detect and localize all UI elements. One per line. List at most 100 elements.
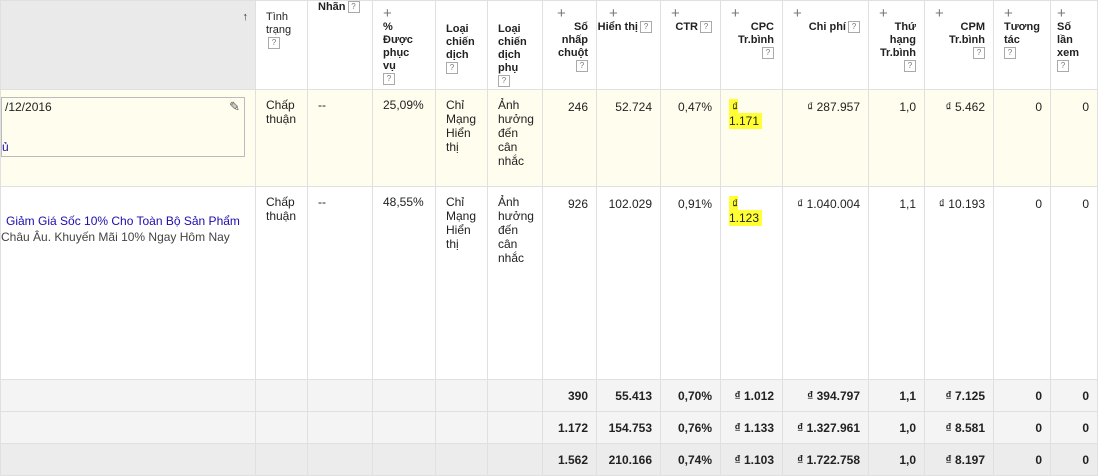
- avg-cpc-cell: ₫ 1.123: [720, 186, 783, 380]
- avg-pos-total: 1,1: [868, 379, 925, 412]
- ctr-total: 0,76%: [660, 411, 721, 444]
- labels-cell: --: [307, 186, 373, 380]
- help-icon[interactable]: ?: [904, 60, 916, 73]
- impressions-total: 210.166: [596, 443, 661, 476]
- ad-title-link[interactable]: Giảm Giá Sốc 10% Cho Toàn Bộ Sản Phẩm: [2, 213, 255, 229]
- total-row: 1.562 210.166 0,74% ₫ 1.103 ₫ 1.722.758 …: [0, 443, 1098, 476]
- campaign-type-cell: Chỉ Mạng Hiển thị: [435, 186, 488, 380]
- table-row[interactable]: Giảm Giá Sốc 10% Cho Toàn Bộ Sản Phẩm Ch…: [0, 186, 1098, 380]
- avg-pos-cell: 1,1: [868, 186, 925, 380]
- avg-cpc-total: ₫ 1.133: [720, 411, 783, 444]
- add-column-icon[interactable]: +: [598, 6, 653, 21]
- help-icon[interactable]: ?: [446, 62, 458, 75]
- add-column-icon[interactable]: +: [784, 6, 861, 21]
- help-icon[interactable]: ?: [848, 21, 860, 34]
- help-icon[interactable]: ?: [268, 37, 280, 50]
- labels-cell: --: [307, 89, 373, 187]
- campaign-type-cell: Chỉ Mạng Hiển thị: [435, 89, 488, 187]
- views-cell: 0: [1050, 186, 1098, 380]
- help-icon[interactable]: ?: [1004, 47, 1016, 60]
- column-header-avg-cpc[interactable]: + CPC Tr.bình ?: [720, 0, 783, 90]
- impressions-total: 55.413: [596, 379, 661, 412]
- clicks-cell: 926: [542, 186, 597, 380]
- help-icon[interactable]: ?: [640, 21, 652, 34]
- views-total: 0: [1050, 379, 1098, 412]
- column-header-impressions[interactable]: + Hiển thị?: [596, 0, 661, 90]
- help-icon[interactable]: ?: [347, 1, 360, 14]
- add-column-icon[interactable]: +: [383, 6, 435, 21]
- column-header-served[interactable]: + % Được phục vụ ?: [372, 0, 436, 90]
- column-header-campaign-type[interactable]: Loại chiến dịch ?: [435, 0, 488, 90]
- help-icon[interactable]: ?: [1057, 60, 1069, 73]
- add-column-icon[interactable]: +: [1057, 6, 1097, 21]
- column-header-campaign-subtype[interactable]: Loại chiến dịch phụ ?: [487, 0, 543, 90]
- avg-cpm-cell: ₫ 10.193: [924, 186, 994, 380]
- avg-cpm-cell: ₫ 5.462: [924, 89, 994, 187]
- column-header-status[interactable]: Tình trạng ?: [255, 0, 308, 90]
- cost-cell: ₫ 1.040.004: [782, 186, 869, 380]
- campaign-subtype-cell: Ảnh hưởng đến cân nhắc: [487, 186, 543, 380]
- help-icon[interactable]: ?: [383, 73, 395, 86]
- cost-total: ₫ 394.797: [782, 379, 869, 412]
- avg-cpc-cell: ₫ 1.171: [720, 89, 783, 187]
- help-icon[interactable]: ?: [576, 60, 588, 73]
- avg-pos-total: 1,0: [868, 443, 925, 476]
- total-row: 1.172 154.753 0,76% ₫ 1.133 ₫ 1.327.961 …: [0, 411, 1098, 444]
- clicks-total: 1.172: [542, 411, 597, 444]
- impressions-cell: 52.724: [596, 89, 661, 187]
- sort-arrow-icon[interactable]: ↑: [243, 11, 249, 23]
- cost-total: ₫ 1.327.961: [782, 411, 869, 444]
- avg-pos-total: 1,0: [868, 411, 925, 444]
- highlighted-value: ₫ 1.123: [729, 196, 763, 226]
- ad-status-fragment[interactable]: ủ: [2, 140, 9, 154]
- help-icon[interactable]: ?: [973, 47, 985, 60]
- column-header-ctr[interactable]: + CTR?: [660, 0, 721, 90]
- help-icon[interactable]: ?: [700, 21, 712, 34]
- avg-cpm-total: ₫ 7.125: [924, 379, 994, 412]
- status-cell: Chấp thuận: [255, 186, 308, 380]
- column-header-avg-cpm[interactable]: + CPM Tr.bình ?: [924, 0, 994, 90]
- column-header-views[interactable]: + Số lần xem ?: [1050, 0, 1098, 90]
- status-cell: Chấp thuận: [255, 89, 308, 187]
- ad-date: /12/2016: [5, 100, 52, 114]
- column-header-interactions[interactable]: + Tương tác ?: [993, 0, 1051, 90]
- add-column-icon[interactable]: +: [1004, 6, 1050, 21]
- ad-edit-box[interactable]: /12/2016 ✎ ủ: [1, 97, 245, 157]
- header-row: ↑ Tình trạng ? Nhãn? + % Được phục vụ ? …: [0, 0, 1098, 90]
- column-header-ad[interactable]: ↑: [0, 0, 256, 90]
- views-cell: 0: [1050, 89, 1098, 187]
- ctr-total: 0,70%: [660, 379, 721, 412]
- add-column-icon[interactable]: +: [722, 6, 775, 21]
- cost-total: ₫ 1.722.758: [782, 443, 869, 476]
- add-column-icon[interactable]: +: [870, 6, 917, 21]
- ctr-cell: 0,47%: [660, 89, 721, 187]
- interactions-total: 0: [993, 411, 1051, 444]
- ad-cell[interactable]: Giảm Giá Sốc 10% Cho Toàn Bộ Sản Phẩm Ch…: [0, 186, 256, 380]
- served-cell: 25,09%: [372, 89, 436, 187]
- add-column-icon[interactable]: +: [544, 6, 589, 21]
- campaign-subtype-cell: Ảnh hưởng đến cân nhắc: [487, 89, 543, 187]
- column-header-clicks[interactable]: + Số nhấp chuột ?: [542, 0, 597, 90]
- avg-cpm-total: ₫ 8.581: [924, 411, 994, 444]
- pencil-icon[interactable]: ✎: [229, 99, 240, 115]
- column-header-cost[interactable]: + Chi phí?: [782, 0, 869, 90]
- column-header-avg-pos[interactable]: + Thứ hạng Tr.bình ?: [868, 0, 925, 90]
- avg-cpc-total: ₫ 1.012: [720, 379, 783, 412]
- total-row: 390 55.413 0,70% ₫ 1.012 ₫ 394.797 1,1 ₫…: [0, 379, 1098, 412]
- ad-cell[interactable]: /12/2016 ✎ ủ: [0, 89, 256, 187]
- interactions-total: 0: [993, 443, 1051, 476]
- interactions-cell: 0: [993, 89, 1051, 187]
- interactions-cell: 0: [993, 186, 1051, 380]
- add-column-icon[interactable]: +: [926, 6, 986, 21]
- clicks-cell: 246: [542, 89, 597, 187]
- clicks-total: 390: [542, 379, 597, 412]
- table-row[interactable]: /12/2016 ✎ ủ Chấp thuận -- 25,09% Chỉ Mạ…: [0, 89, 1098, 187]
- help-icon[interactable]: ?: [498, 75, 510, 88]
- ctr-cell: 0,91%: [660, 186, 721, 380]
- column-header-labels[interactable]: Nhãn?: [307, 0, 373, 90]
- add-column-icon[interactable]: +: [662, 6, 713, 21]
- ad-description: Châu Âu. Khuyến Mãi 10% Ngay Hôm Nay: [1, 230, 230, 244]
- impressions-cell: 102.029: [596, 186, 661, 380]
- help-icon[interactable]: ?: [762, 47, 774, 60]
- views-total: 0: [1050, 411, 1098, 444]
